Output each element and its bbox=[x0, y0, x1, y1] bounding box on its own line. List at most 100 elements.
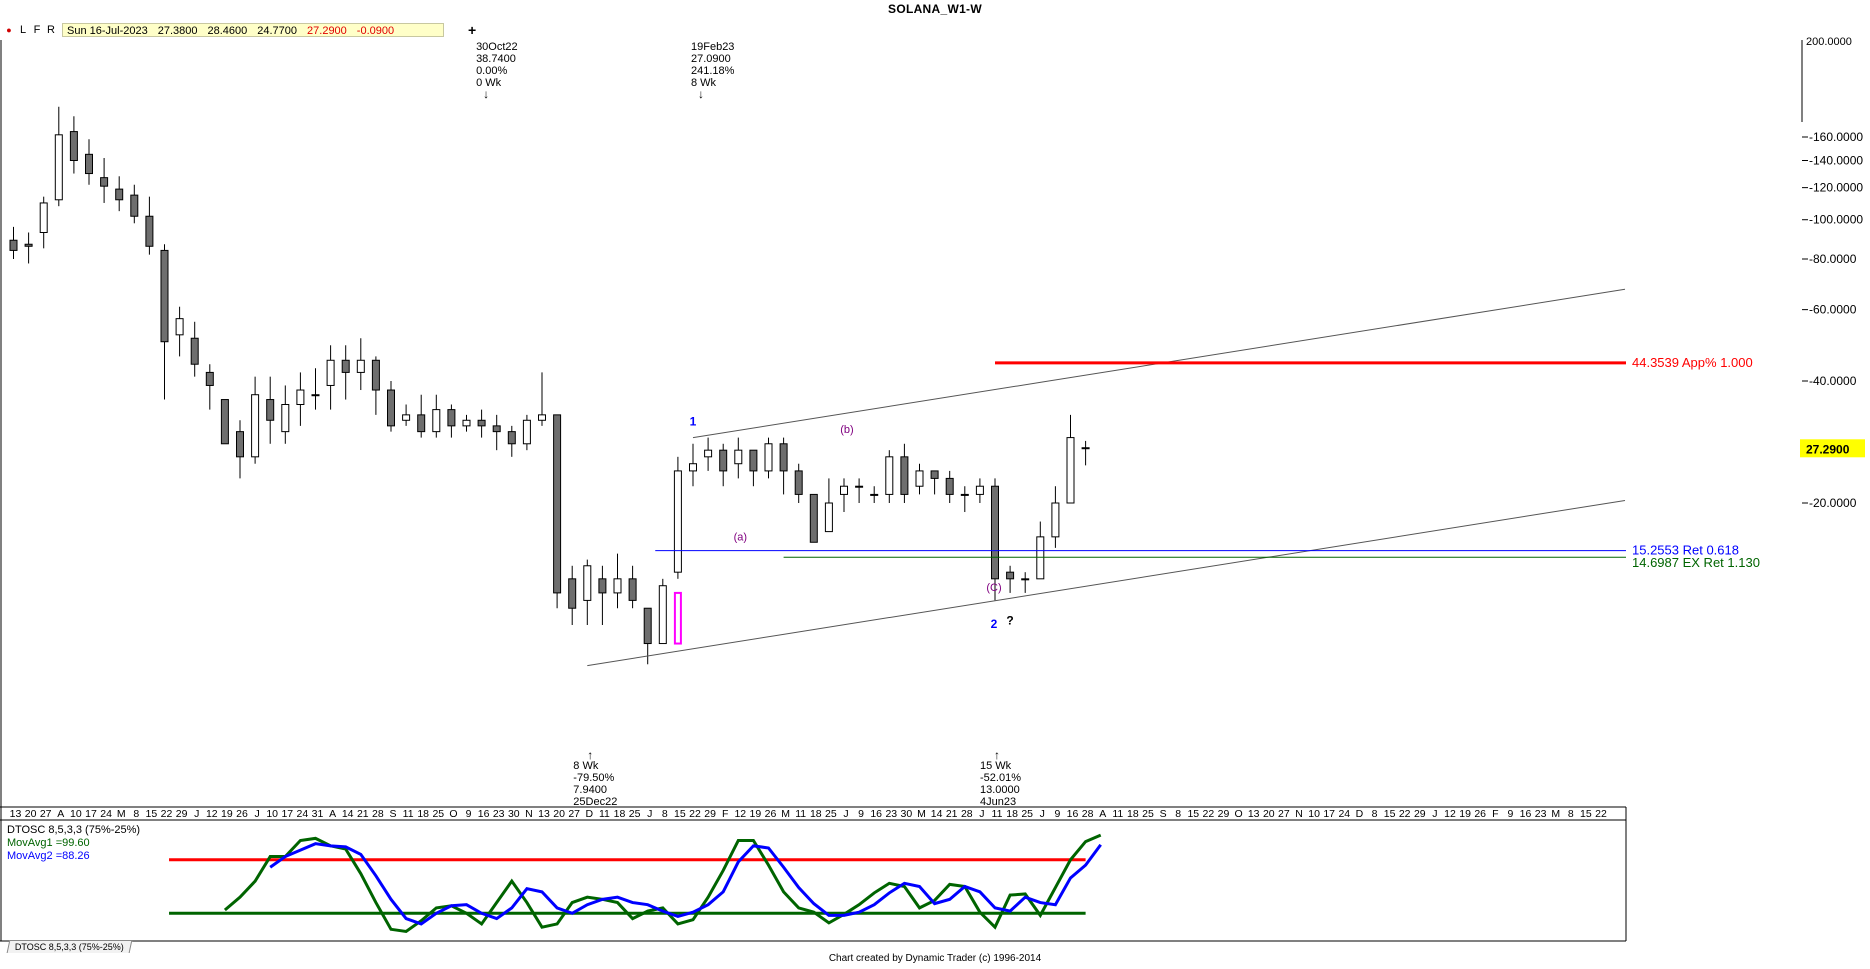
pivot-annotation-line: -79.50% bbox=[573, 772, 614, 784]
candle-body bbox=[477, 419, 486, 427]
x-tick-label: J bbox=[254, 808, 259, 820]
y-tick-label: -40.0000 bbox=[1809, 374, 1857, 388]
indicator-tab-label: DTOSC 8,5,3,3 (75%-25%) bbox=[14, 942, 124, 952]
x-tick-label: 8 bbox=[1175, 808, 1181, 820]
x-tick-label: 24 bbox=[1338, 808, 1350, 820]
candle-body bbox=[658, 585, 667, 645]
x-tick-label: 30 bbox=[508, 808, 520, 820]
candle-body bbox=[492, 425, 501, 433]
x-tick-label: 22 bbox=[1595, 808, 1607, 820]
candle-body bbox=[794, 470, 803, 495]
x-tick-label: 27 bbox=[568, 808, 580, 820]
candle-body bbox=[749, 449, 758, 472]
x-tick-label: 8 bbox=[662, 808, 668, 820]
x-tick-label: 9 bbox=[858, 808, 864, 820]
indicator-name: DTOSC 8,5,3,3 (75%-25%) bbox=[7, 824, 141, 836]
pivot-arrow: ↓ bbox=[483, 87, 489, 101]
wave-label-3: (b) bbox=[840, 424, 853, 436]
x-tick-label: 26 bbox=[765, 808, 777, 820]
candle-body bbox=[266, 399, 275, 421]
candle-body bbox=[1006, 571, 1015, 580]
x-tick-label: 26 bbox=[1474, 808, 1486, 820]
candle-body bbox=[190, 337, 199, 365]
x-tick-label: M bbox=[917, 808, 926, 820]
candle-body bbox=[840, 485, 848, 495]
pivot-arrow: ↑ bbox=[587, 748, 593, 762]
y-tick-label: -160.0000 bbox=[1809, 130, 1863, 144]
candle-body bbox=[356, 359, 365, 373]
x-tick-label: 29 bbox=[1218, 808, 1230, 820]
x-tick-label: J bbox=[1040, 808, 1045, 820]
candle-body bbox=[507, 431, 516, 445]
x-tick-label: O bbox=[1235, 808, 1243, 820]
candle-body bbox=[975, 485, 984, 495]
wave-label-4: (C) bbox=[986, 582, 1001, 594]
pivot-annotation-line: 19Feb23 bbox=[691, 41, 734, 53]
pivot-annotation-line: 27.0900 bbox=[691, 53, 731, 65]
candle-body bbox=[462, 419, 471, 427]
x-tick-label: 25 bbox=[1142, 808, 1154, 820]
x-tick-label: 27 bbox=[40, 808, 52, 820]
candle-body bbox=[85, 153, 93, 175]
candle-body bbox=[371, 359, 380, 391]
candle-body bbox=[719, 449, 728, 472]
y-tick-label: -100.0000 bbox=[1809, 213, 1863, 227]
x-tick-label: 29 bbox=[1414, 808, 1426, 820]
x-tick-label: 10 bbox=[1308, 808, 1320, 820]
candle-body bbox=[24, 243, 33, 247]
pivot-annotation-line: 8 Wk bbox=[573, 760, 599, 772]
candle-body bbox=[930, 470, 939, 479]
x-tick-label: 23 bbox=[1535, 808, 1547, 820]
x-tick-label: 28 bbox=[372, 808, 384, 820]
x-tick-label: J bbox=[979, 808, 984, 820]
x-tick-label: 16 bbox=[478, 808, 490, 820]
x-tick-label: 18 bbox=[614, 808, 626, 820]
x-tick-label: 19 bbox=[1459, 808, 1471, 820]
channel-lower-line bbox=[587, 499, 1626, 667]
candle-body bbox=[809, 493, 818, 543]
x-tick-label: 24 bbox=[297, 808, 309, 820]
indicator-tab[interactable]: DTOSC 8,5,3,3 (75%-25%) bbox=[6, 940, 133, 953]
price-chart[interactable]: -160.0000 -140.0000 -120.0000 -100.0000 -80.… bbox=[0, 0, 1870, 969]
x-tick-label: J bbox=[194, 808, 199, 820]
candle-body bbox=[296, 389, 305, 406]
candle-body bbox=[402, 414, 411, 421]
candle-body bbox=[432, 409, 441, 433]
x-tick-label: 8 bbox=[1568, 808, 1574, 820]
x-tick-label: 11 bbox=[1112, 808, 1123, 820]
movavg1-readout: MovAvg1 =99.60 bbox=[7, 837, 90, 849]
candle-body bbox=[281, 404, 290, 433]
pivot-annotation-line: 38.7400 bbox=[476, 53, 516, 65]
y-tick-label: -60.0000 bbox=[1809, 303, 1857, 317]
pivot-annotation-line: 30Oct22 bbox=[476, 41, 518, 53]
x-tick-label: 11 bbox=[992, 808, 1003, 820]
candle-body bbox=[69, 131, 78, 162]
candle-body bbox=[704, 449, 713, 458]
x-tick-label: 22 bbox=[161, 808, 173, 820]
candle-body bbox=[900, 456, 909, 495]
x-tick-label: J bbox=[843, 808, 848, 820]
candle-body bbox=[885, 456, 894, 495]
candle-body bbox=[960, 493, 969, 496]
wave-label-5: ? bbox=[1006, 613, 1013, 627]
x-tick-label: 18 bbox=[1006, 808, 1018, 820]
pivot-annotation-line: 13.0000 bbox=[980, 784, 1020, 796]
candle-body bbox=[417, 414, 426, 433]
candle-body bbox=[326, 359, 335, 386]
x-tick-label: 18 bbox=[417, 808, 429, 820]
x-tick-label: 16 bbox=[870, 808, 882, 820]
candle-body bbox=[915, 470, 924, 487]
candle-body bbox=[311, 394, 320, 397]
candle-body bbox=[160, 249, 169, 343]
x-tick-label: 25 bbox=[432, 808, 444, 820]
x-tick-label: 11 bbox=[599, 808, 610, 820]
x-tick-label: 22 bbox=[1399, 808, 1411, 820]
x-tick-label: A bbox=[57, 808, 64, 820]
x-tick-label: 15 bbox=[674, 808, 686, 820]
last-price-label: 27.2900 bbox=[1806, 442, 1850, 456]
x-tick-label: 15 bbox=[1187, 808, 1199, 820]
pivot-annotation-line: 7.9400 bbox=[573, 784, 607, 796]
candle-body bbox=[553, 414, 562, 594]
candle-body bbox=[598, 578, 607, 594]
pivot-annotation-line: 0.00% bbox=[476, 65, 507, 77]
